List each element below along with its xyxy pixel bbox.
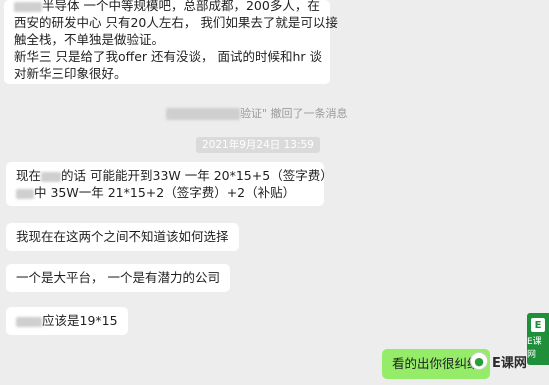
message-bubble-1[interactable]: 半导体 一个中等规模吧，总部成都，200多人，在 西安的研发中心 只有20人左右…: [4, 0, 338, 84]
recall-notice: 验证" 撤回了一条消息: [166, 105, 348, 121]
side-logo-badge: E E课网: [527, 313, 549, 365]
message-line: 半导体 一个中等规模吧，总部成都，200多人，在: [14, 0, 320, 14]
message-line: 新华三 只是给了我offer 还有没谈， 面试的时候和hr 谈: [14, 49, 323, 64]
message-line: 中 35W一年 21*15+2（签字费）+2（补贴）: [16, 184, 314, 201]
watermark: ● E课网: [470, 346, 527, 376]
message-bubble-5[interactable]: 应该是19*15: [6, 307, 128, 335]
redacted-text: [16, 188, 34, 199]
redacted-text: [14, 1, 42, 12]
message-line: 对新华三印象很好。: [14, 66, 127, 81]
message-line: 触全栈，不单独是做验证。: [14, 32, 165, 47]
message-bubble-2[interactable]: 现在 的话 可能能开到33W 一年 20*15+5（签字费） 中 35W一年 21…: [6, 162, 333, 206]
message-bubble-3[interactable]: 我现在在这两个之间不知道该如何选择: [6, 223, 239, 251]
redacted-name: [166, 108, 240, 120]
timestamp: 2021年9月24日 13:59: [196, 137, 320, 153]
redacted-text: [16, 316, 42, 327]
message-line: 现在 的话 可能能开到33W 一年 20*15+5（签字费）: [16, 168, 333, 183]
message-line: 西安的研发中心 只有20人左右， 我们如果去了就是可以接: [14, 15, 338, 30]
chat-window: 半导体 一个中等规模吧，总部成都，200多人，在 西安的研发中心 只有20人左右…: [0, 0, 549, 385]
redacted-text: [41, 171, 62, 182]
watermark-text: E课网: [492, 355, 527, 371]
message-bubble-4[interactable]: 一个是大平台， 一个是有潜力的公司: [6, 264, 230, 292]
badge-text: E课网: [527, 337, 542, 360]
wechat-icon: ●: [470, 352, 488, 370]
logo-icon: E: [531, 318, 545, 332]
